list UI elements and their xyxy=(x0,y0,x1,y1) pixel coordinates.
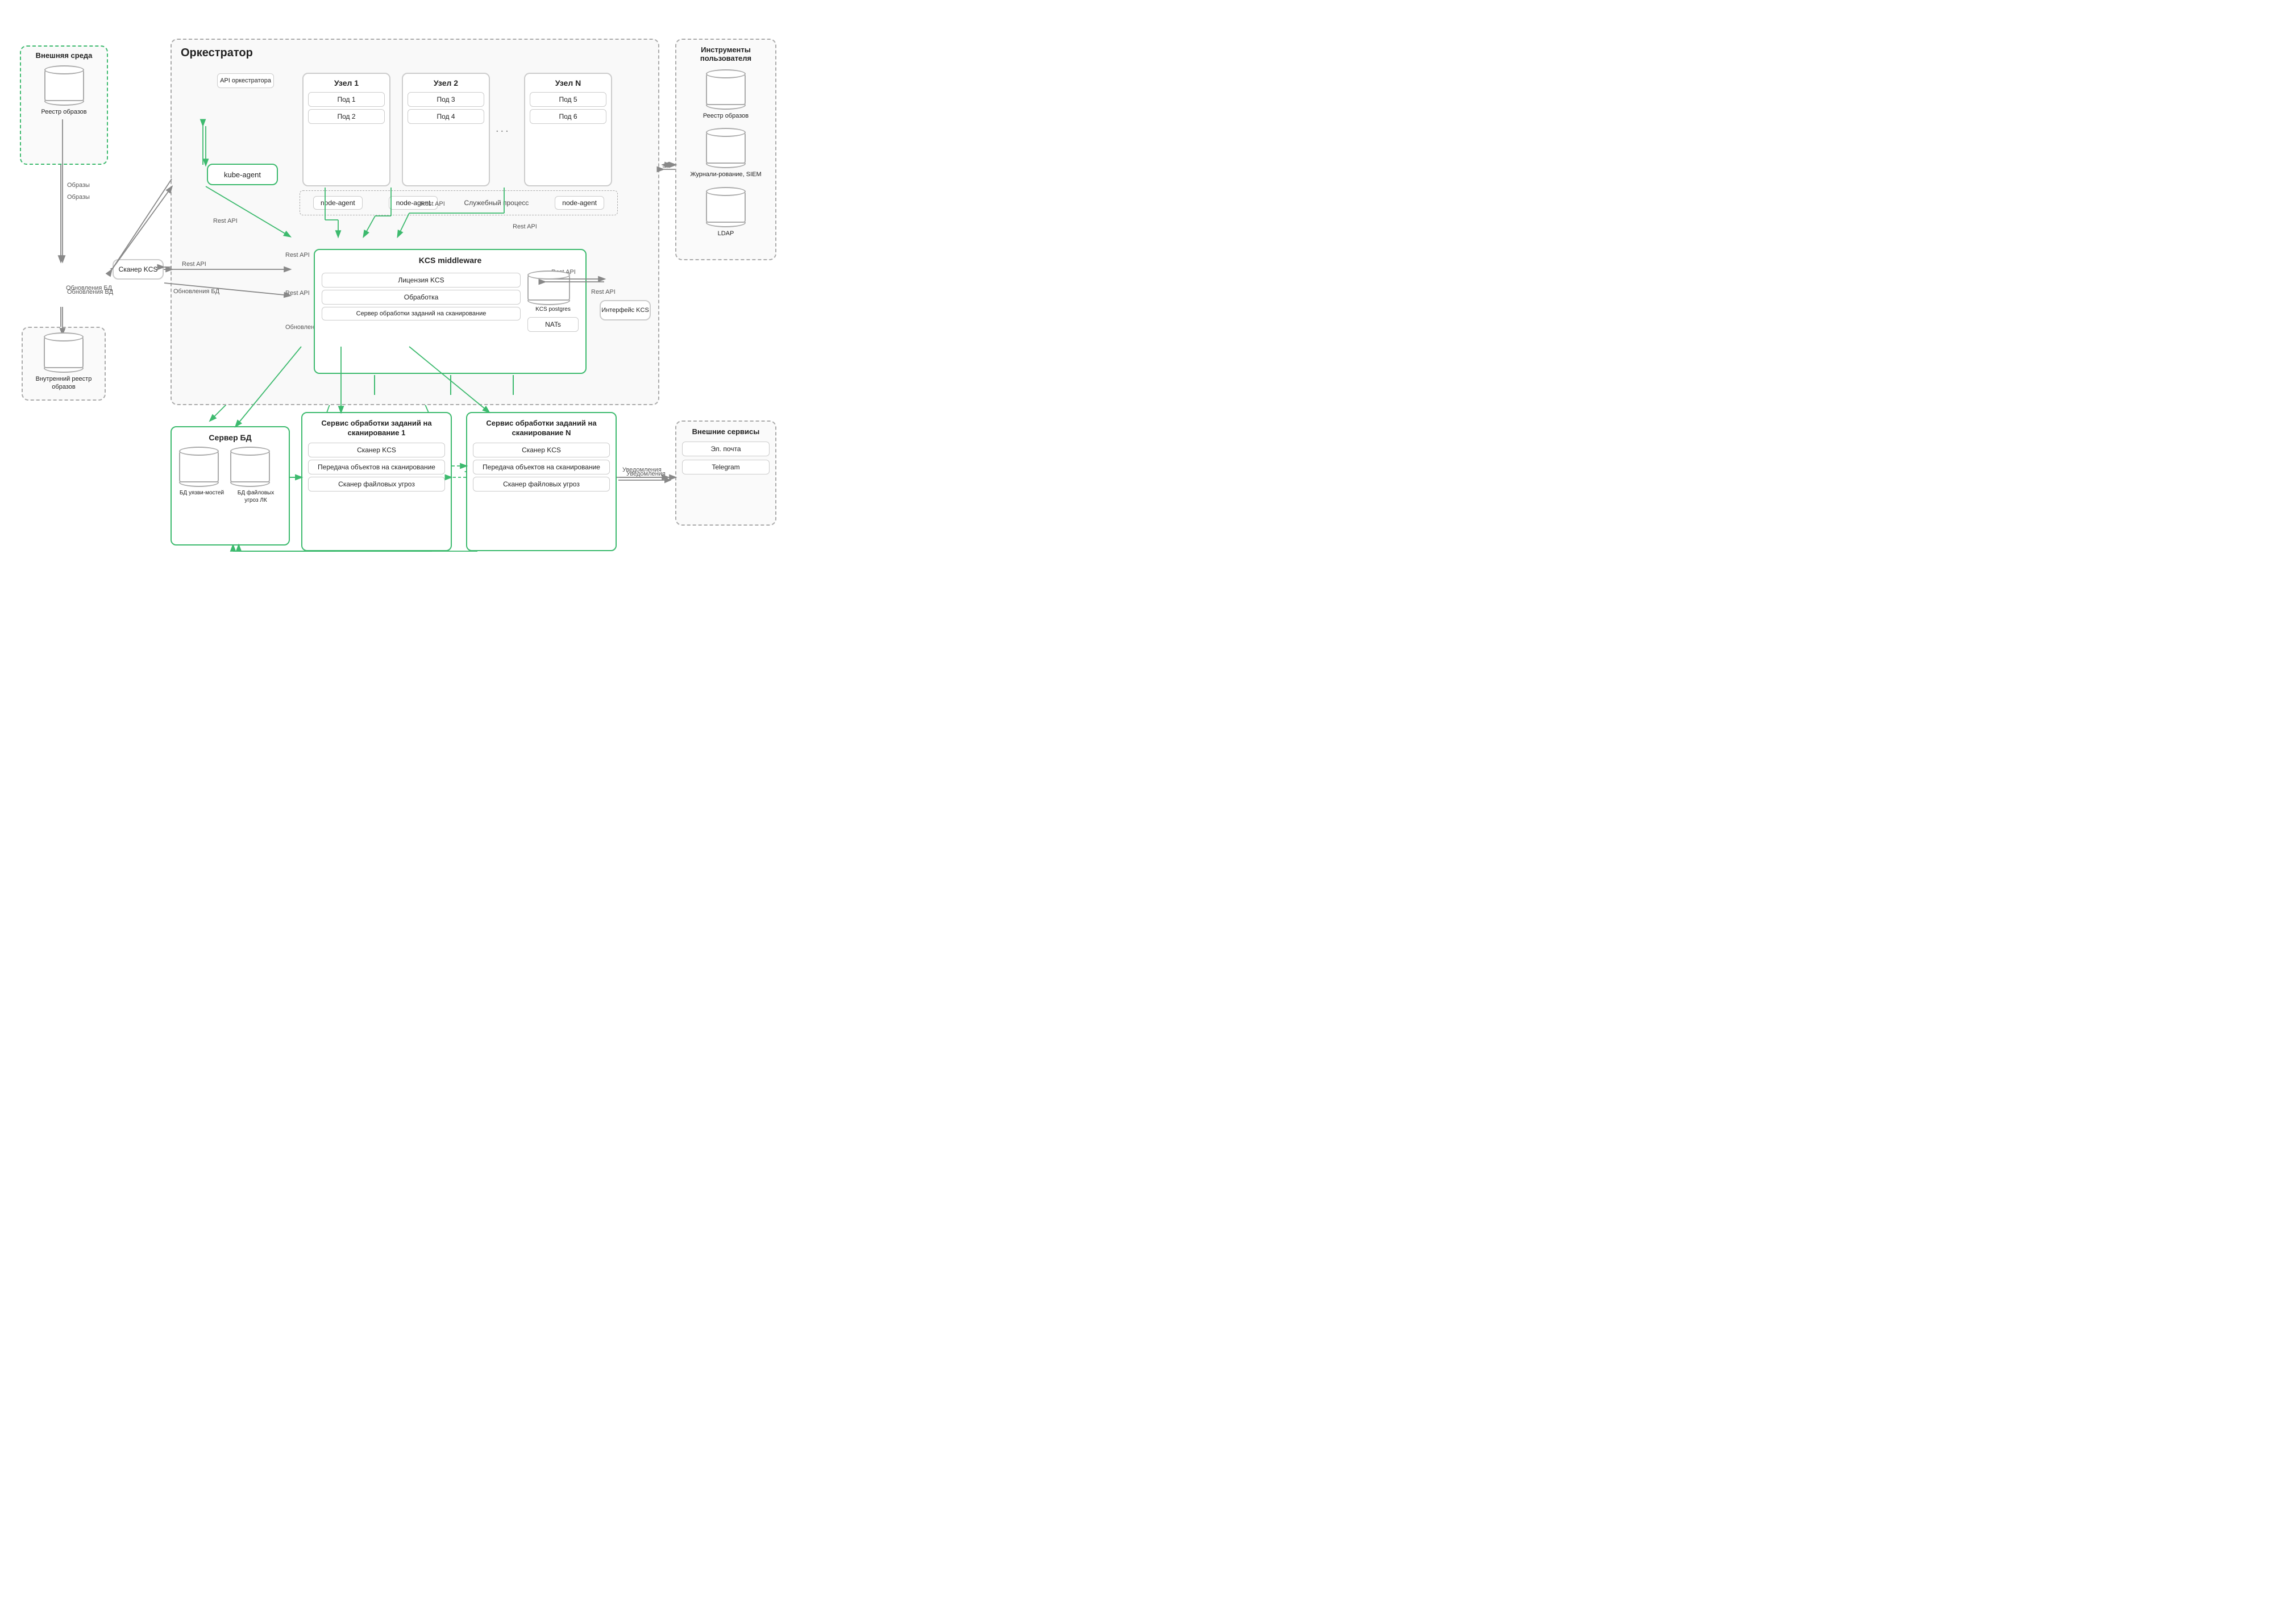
user-tools-registry-cylinder xyxy=(706,69,746,110)
kcs-license: Лицензия KCS xyxy=(322,273,521,288)
ext-services-box: Внешние сервисы Эл. почта Telegram xyxy=(675,420,776,526)
diagram-container: Внешняя среда Реестр образов Образы Обно… xyxy=(11,11,784,568)
node-agent-1: node-agent xyxy=(313,196,363,210)
rest-api-kube: Rest API xyxy=(285,252,310,259)
node-agent-N: node-agent xyxy=(555,196,604,210)
serviceN-transfer: Передача объектов на сканирование xyxy=(473,460,610,474)
api-orchestrator-label: API оркестратора xyxy=(217,73,274,88)
kcs-middleware-box: KCS middleware Лицензия KCS Обработка Се… xyxy=(314,249,587,374)
service1-box: Сервис обработки заданий на сканирование… xyxy=(301,412,452,551)
serviceN-scanner: Сканер KCS xyxy=(473,443,610,457)
node2-box: Узел 2 Под 3 Под 4 xyxy=(402,73,490,186)
pod5: Под 5 xyxy=(530,92,606,107)
kube-agent-label: kube-agent xyxy=(224,170,261,179)
pod3: Под 3 xyxy=(408,92,484,107)
svg-text:Образы: Образы xyxy=(67,194,90,201)
db1-label: БД уязви-мостей xyxy=(179,489,225,497)
kcs-scan-server: Сервер обработки заданий на сканирование xyxy=(322,307,521,320)
node-agent-2: node-agent xyxy=(389,196,438,210)
db-update-label-left: Обновления БД xyxy=(67,289,113,295)
scanner-kcs-left: Сканер KCS xyxy=(113,259,164,280)
user-tools-registry-label: Реестр образов xyxy=(682,112,770,120)
user-tools-ldap-cylinder xyxy=(706,187,746,227)
kcs-interface-box: Интерфейс KCS xyxy=(600,300,651,320)
server-bd-title: Сервер БД xyxy=(177,433,283,442)
scanner-kcs-left-label: Сканер KCS xyxy=(119,265,158,273)
ext-env-registry-cylinder xyxy=(44,65,84,106)
node-agents-row: node-agent node-agent Служебный процесс … xyxy=(300,190,618,215)
dots-separator: ... xyxy=(496,122,510,135)
serviceN-title: Сервис обработки заданий на сканирование… xyxy=(473,419,610,438)
kcs-postgres-label: KCS postgres xyxy=(527,306,579,313)
ext-env-title: Внешняя среда xyxy=(26,51,102,60)
user-tools-ldap-label: LDAP xyxy=(682,230,770,238)
pod2: Под 2 xyxy=(308,109,385,124)
serviceN-box: Сервис обработки заданий на сканирование… xyxy=(466,412,617,551)
rest-api-interface: Rest API xyxy=(591,289,616,295)
kcs-middleware-title: KCS middleware xyxy=(322,256,579,265)
user-tools-arrow: ⇔ xyxy=(660,160,671,172)
serviceN-filescanner: Сканер файловых угроз xyxy=(473,477,610,492)
user-tools-box: Инструменты пользователя Реестр образов … xyxy=(675,39,776,260)
pod1: Под 1 xyxy=(308,92,385,107)
server-bd-box: Сервер БД БД уязви-мостей БД файловых уг… xyxy=(171,426,290,546)
pod6: Под 6 xyxy=(530,109,606,124)
internal-registry-box: Внутренний реестр образов xyxy=(22,327,106,401)
api-orchestrator-box: API оркестратора xyxy=(217,71,274,90)
email-box: Эл. почта xyxy=(682,442,770,456)
internal-registry-cylinder xyxy=(44,332,84,373)
nats-box: NATs xyxy=(527,317,579,332)
service1-transfer: Передача объектов на сканирование xyxy=(308,460,445,474)
rest-api-2: Rest API xyxy=(285,290,310,297)
internal-registry-label: Внутренний реестр образов xyxy=(27,375,100,392)
telegram-box: Telegram xyxy=(682,460,770,474)
arrow-to-serverbd xyxy=(374,375,375,395)
arrow-to-serviceN xyxy=(513,375,514,395)
ext-env-registry-label: Реестр образов xyxy=(26,108,102,116)
node1-title: Узел 1 xyxy=(308,78,385,88)
notification-arrow xyxy=(618,474,675,486)
service1-title: Сервис обработки заданий на сканирование… xyxy=(308,419,445,438)
nodeN-box: Узел N Под 5 Под 6 xyxy=(524,73,612,186)
kcs-processing: Обработка xyxy=(322,290,521,305)
db2-label: БД файловых угроз ЛК xyxy=(230,489,281,504)
service-process-label: Служебный процесс xyxy=(464,199,529,207)
node2-title: Узел 2 xyxy=(408,78,484,88)
images-label: Образы xyxy=(67,182,90,189)
rest-api-top: Rest API xyxy=(513,223,537,230)
orchestrator-title: Оркестратор xyxy=(172,40,658,60)
node1-box: Узел 1 Под 1 Под 2 xyxy=(302,73,390,186)
ext-services-title: Внешние сервисы xyxy=(682,427,770,436)
service1-filescanner: Сканер файловых угроз xyxy=(308,477,445,492)
external-env-box: Внешняя среда Реестр образов xyxy=(20,45,108,165)
user-tools-logging-label: Журнали-рование, SIEM xyxy=(682,170,770,178)
pod4: Под 4 xyxy=(408,109,484,124)
arrow-to-service1 xyxy=(450,375,451,395)
nodeN-title: Узел N xyxy=(530,78,606,88)
user-tools-title: Инструменты пользователя xyxy=(682,45,770,63)
kube-agent-box: kube-agent xyxy=(207,164,278,185)
kcs-interface-label: Интерфейс KCS xyxy=(601,307,649,314)
service1-scanner: Сканер KCS xyxy=(308,443,445,457)
orchestrator-box: Оркестратор API оркестратора kube-agent … xyxy=(171,39,659,405)
user-tools-logging-cylinder xyxy=(706,128,746,168)
